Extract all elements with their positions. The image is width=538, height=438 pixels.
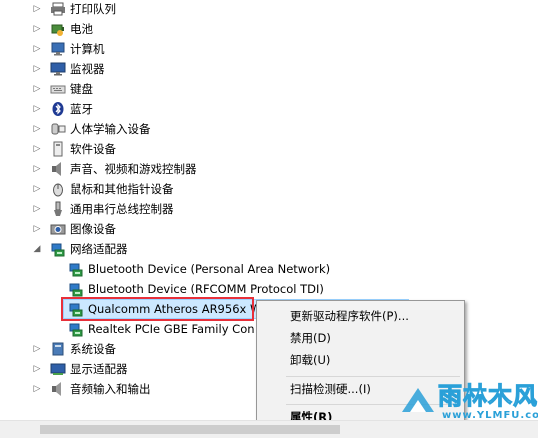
collapsed-arrow-icon[interactable]: ▷	[32, 22, 42, 36]
mouse-icon	[50, 181, 66, 197]
tree-item-device[interactable]: Bluetooth Device (Personal Area Network)	[0, 259, 538, 279]
tree-item-label: 音频输入和输出	[70, 382, 151, 396]
computer-icon	[50, 41, 66, 57]
menu-item-disable[interactable]: 禁用(D)	[257, 327, 464, 349]
usb-icon	[50, 201, 66, 217]
watermark-text: 雨林木风	[438, 382, 538, 411]
watermark-url: www.YLMFU.com	[442, 410, 538, 421]
red-highlight-box	[61, 297, 254, 321]
collapsed-arrow-icon[interactable]: ▷	[32, 342, 42, 356]
tree-item-category[interactable]: ▷ 人体学输入设备	[0, 119, 538, 139]
keyboard-icon	[50, 81, 66, 97]
collapsed-arrow-icon[interactable]: ▷	[32, 62, 42, 76]
tree-item-label: 图像设备	[70, 222, 116, 236]
battery-icon	[50, 21, 66, 37]
audio-io-icon	[50, 381, 66, 397]
collapsed-arrow-icon[interactable]: ▷	[32, 162, 42, 176]
tree-item-label: 蓝牙	[70, 102, 93, 116]
tree-item-category[interactable]: ▷ 声音、视频和游戏控制器	[0, 159, 538, 179]
tree-item-label: 显示适配器	[70, 362, 128, 376]
tree-item-label: 鼠标和其他指针设备	[70, 182, 174, 196]
collapsed-arrow-icon[interactable]: ▷	[32, 382, 42, 396]
collapsed-arrow-icon[interactable]: ▷	[32, 222, 42, 236]
tree-item-category[interactable]: ▷ 图像设备	[0, 219, 538, 239]
tree-item-label: Bluetooth Device (RFCOMM Protocol TDI)	[88, 282, 324, 296]
tree-item-label: 人体学输入设备	[70, 122, 151, 136]
watermark-emblem	[402, 388, 434, 412]
watermark-logo: 雨林木风 www.YLMFU.com	[398, 376, 538, 432]
collapsed-arrow-icon[interactable]: ▷	[32, 142, 42, 156]
menu-item-update-driver[interactable]: 更新驱动程序软件(P)...	[257, 305, 464, 327]
network-adapter-icon	[68, 321, 84, 337]
tree-item-category[interactable]: ▷ 计算机	[0, 39, 538, 59]
system-device-icon	[50, 341, 66, 357]
tree-item-label: 网络适配器	[70, 242, 128, 256]
tree-item-label: Realtek PCIe GBE Family Con	[88, 322, 255, 336]
collapsed-arrow-icon[interactable]: ▷	[32, 82, 42, 96]
speaker-icon	[50, 161, 66, 177]
tree-item-category[interactable]: ▷ 电池	[0, 19, 538, 39]
collapsed-arrow-icon[interactable]: ▷	[32, 122, 42, 136]
tree-item-device[interactable]: Bluetooth Device (RFCOMM Protocol TDI)	[0, 279, 538, 299]
network-adapter-icon	[68, 261, 84, 277]
tree-item-label: 键盘	[70, 82, 93, 96]
collapsed-arrow-icon[interactable]: ▷	[32, 362, 42, 376]
expanded-arrow-icon[interactable]: ◢	[32, 242, 42, 256]
tree-item-label: 计算机	[70, 42, 105, 56]
monitor-icon	[50, 61, 66, 77]
scrollbar-thumb[interactable]	[40, 425, 340, 434]
tree-item-category[interactable]: ▷ 蓝牙	[0, 99, 538, 119]
tree-item-category[interactable]: ◢ 网络适配器	[0, 239, 538, 259]
network-adapter-icon	[50, 241, 66, 257]
camera-icon	[50, 221, 66, 237]
collapsed-arrow-icon[interactable]: ▷	[32, 102, 42, 116]
tree-item-category[interactable]: ▷ 打印队列	[0, 0, 538, 19]
display-adapter-icon	[50, 361, 66, 377]
tree-item-category[interactable]: ▷ 监视器	[0, 59, 538, 79]
tree-item-category[interactable]: ▷ 键盘	[0, 79, 538, 99]
tree-item-label: 软件设备	[70, 142, 116, 156]
collapsed-arrow-icon[interactable]: ▷	[32, 2, 42, 16]
tree-item-label: 声音、视频和游戏控制器	[70, 162, 197, 176]
bluetooth-icon	[50, 101, 66, 117]
tree-item-label: 电池	[70, 22, 93, 36]
tree-item-label: Bluetooth Device (Personal Area Network)	[88, 262, 331, 276]
collapsed-arrow-icon[interactable]: ▷	[32, 202, 42, 216]
tree-item-label: 系统设备	[70, 342, 116, 356]
software-device-icon	[50, 141, 66, 157]
tree-item-label: 监视器	[70, 62, 105, 76]
tree-item-category[interactable]: ▷ 软件设备	[0, 139, 538, 159]
printer-queue-icon	[50, 1, 66, 17]
tree-item-label: 打印队列	[70, 2, 116, 16]
tree-item-category[interactable]: ▷ 通用串行总线控制器	[0, 199, 538, 219]
tree-item-label: 通用串行总线控制器	[70, 202, 174, 216]
menu-item-uninstall[interactable]: 卸载(U)	[257, 349, 464, 371]
tree-item-category[interactable]: ▷ 鼠标和其他指针设备	[0, 179, 538, 199]
hid-icon	[50, 121, 66, 137]
collapsed-arrow-icon[interactable]: ▷	[32, 182, 42, 196]
collapsed-arrow-icon[interactable]: ▷	[32, 42, 42, 56]
network-adapter-icon	[68, 281, 84, 297]
